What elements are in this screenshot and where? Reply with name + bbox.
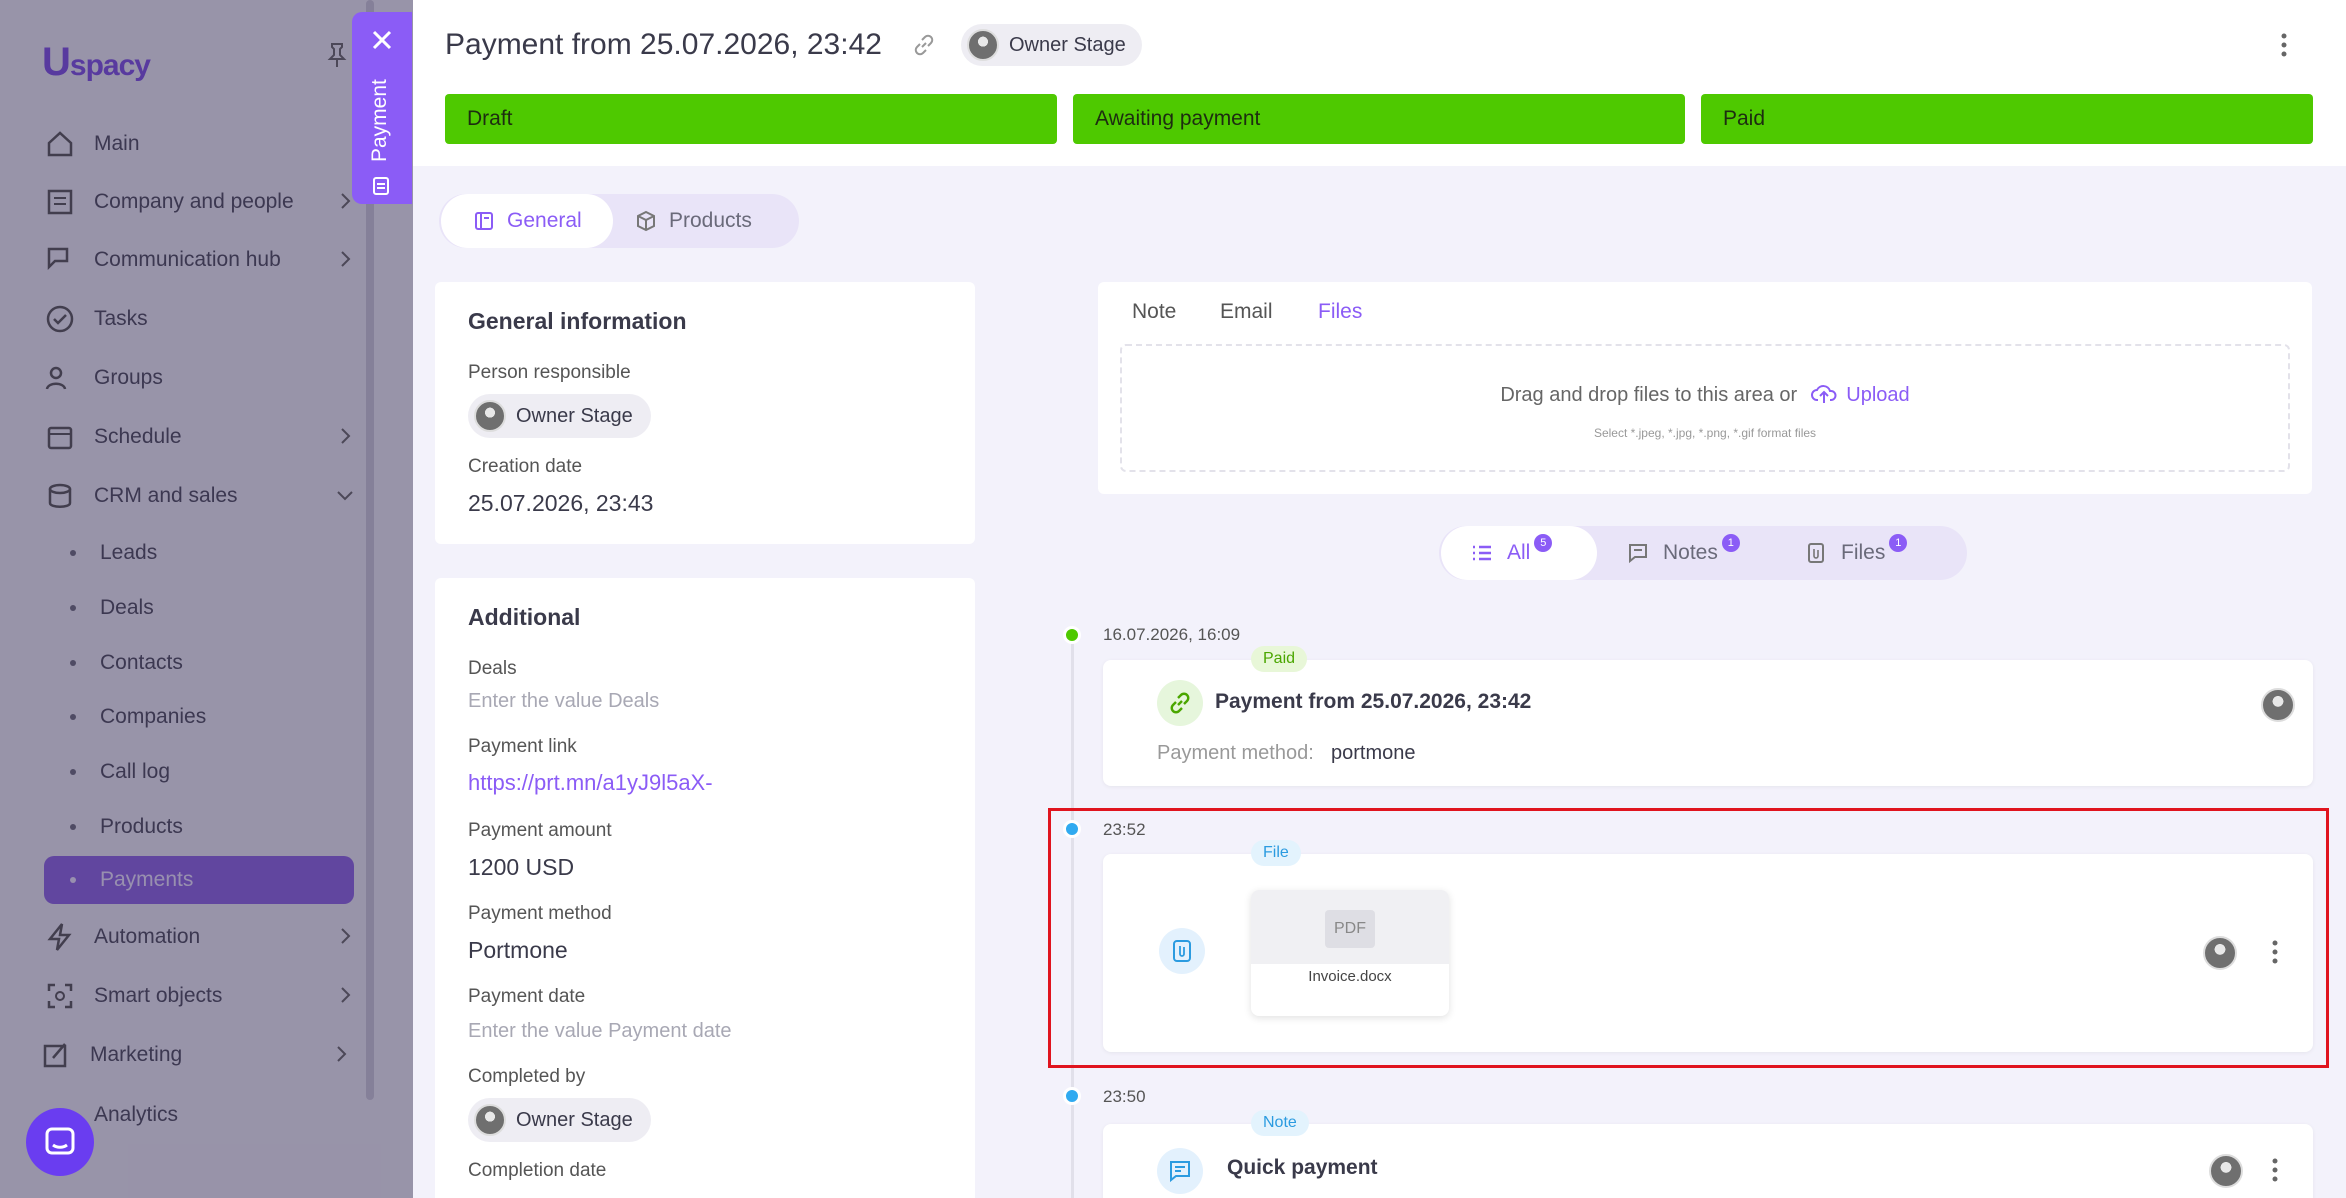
filter-label: All [1507, 541, 1531, 564]
payment-method-value: portmone [1331, 742, 1416, 764]
additional-card: Additional Deals Enter the value Deals P… [435, 578, 975, 1198]
panel-tab-label: Payment [368, 79, 391, 162]
author-avatar[interactable] [2261, 688, 2295, 722]
filter-label: Notes [1663, 541, 1718, 564]
timeline-dot [1063, 1087, 1081, 1105]
chat-icon [45, 1127, 75, 1155]
card-heading: Additional [468, 604, 581, 630]
stage-draft[interactable]: Draft [445, 94, 1057, 144]
link-icon[interactable] [911, 32, 937, 58]
count-badge: 1 [1889, 534, 1908, 552]
timeline-item-payment[interactable]: Paid Payment from 25.07.2026, 23:42 Paym… [1103, 646, 2313, 786]
owner-chip[interactable]: Owner Stage [961, 24, 1142, 66]
field-label: Completion date [468, 1160, 607, 1181]
avatar [474, 400, 506, 432]
timeline-dot [1063, 626, 1081, 644]
field-label: Payment method: [1157, 742, 1314, 764]
person-name: Owner Stage [516, 404, 633, 427]
count-badge: 5 [1534, 534, 1553, 552]
owner-name: Owner Stage [1009, 33, 1126, 56]
page-title: Payment from 25.07.2026, 23:42 [445, 28, 882, 61]
note-icon [1629, 544, 1647, 564]
timeline-time: 16.07.2026, 16:09 [1103, 625, 1241, 644]
timeline-time: 23:50 [1103, 1087, 1146, 1106]
status-badge: Paid [1251, 646, 1308, 672]
filter-notes[interactable]: Notes 1 [1627, 526, 1740, 580]
stage-label: Paid [1723, 107, 1766, 130]
filter-label: Files [1841, 541, 1886, 564]
document-icon [373, 177, 389, 195]
composer-tab-note[interactable]: Note [1132, 300, 1176, 324]
timeline-item-note[interactable]: Note Quick payment [1103, 1110, 2313, 1198]
payment-amount-value[interactable]: 1200 USD [468, 854, 574, 881]
filter-files[interactable]: Files 1 [1805, 526, 1908, 580]
form-icon [475, 212, 493, 230]
person-responsible-chip[interactable]: Owner Stage [468, 394, 651, 438]
stage-awaiting-payment[interactable]: Awaiting payment [1073, 94, 1685, 144]
upload-link[interactable]: Upload [1846, 384, 1909, 406]
completed-by-chip[interactable]: Owner Stage [468, 1098, 651, 1142]
chat-support-button[interactable] [26, 1108, 94, 1176]
stage-paid[interactable]: Paid [1701, 94, 2313, 144]
field-label: Payment method [468, 903, 612, 924]
tab-products[interactable]: Products [635, 194, 752, 248]
payment-link[interactable]: https://prt.mn/a1yJ9l5aX- [468, 770, 713, 796]
card-heading: General information [468, 308, 687, 334]
cloud-upload-icon [1810, 385, 1837, 403]
list-icon [1473, 545, 1491, 561]
dropzone-text: Drag and drop files to this area or [1500, 384, 1798, 406]
file-icon [1808, 543, 1824, 563]
payment-link-icon [1157, 680, 1203, 726]
field-label: Creation date [468, 456, 583, 477]
general-information-card: General information Person responsible O… [435, 282, 975, 544]
payment-date-field[interactable]: Enter the value Payment date [468, 1020, 732, 1043]
close-icon[interactable] [370, 28, 394, 52]
field-label: Payment amount [468, 820, 612, 841]
composer-tab-files[interactable]: Files [1318, 300, 1362, 324]
payment-method-value[interactable]: Portmone [468, 937, 568, 964]
field-label: Completed by [468, 1066, 586, 1087]
timeline-filter: All 5 Notes 1 Files 1 [1439, 526, 1967, 580]
field-label: Person responsible [468, 362, 631, 383]
payment-panel: Payment from 25.07.2026, 23:42 Owner Sta… [413, 0, 2346, 1198]
section-tabs: General Products [439, 194, 799, 248]
count-badge: 1 [1721, 534, 1740, 552]
person-name: Owner Stage [516, 1108, 633, 1131]
header: Payment from 25.07.2026, 23:42 Owner Sta… [413, 0, 2346, 166]
dropzone-hint: Select *.jpeg, *.jpg, *.png, *.gif forma… [1593, 426, 1817, 440]
avatar [967, 29, 999, 61]
tab-label: General [507, 209, 582, 232]
field-label: Payment link [468, 736, 577, 757]
creation-date-value: 25.07.2026, 23:43 [468, 490, 654, 516]
timeline-item-title[interactable]: Payment from 25.07.2026, 23:42 [1215, 690, 1531, 714]
more-vertical-icon[interactable] [2279, 32, 2289, 58]
filter-all[interactable]: All 5 [1441, 526, 1597, 580]
note-icon [1157, 1148, 1203, 1194]
stage-label: Draft [467, 107, 513, 130]
deals-field[interactable]: Enter the value Deals [468, 690, 659, 713]
status-badge: Note [1251, 1110, 1309, 1136]
activity-composer: Note Email Files Drag and drop files to … [1098, 282, 2312, 494]
avatar [474, 1104, 506, 1136]
payment-panel-tab[interactable]: Payment [352, 12, 412, 204]
tab-general[interactable]: General [441, 194, 613, 248]
timeline-item-title[interactable]: Quick payment [1227, 1156, 1378, 1180]
stage-label: Awaiting payment [1095, 107, 1261, 130]
box-icon [637, 210, 655, 232]
field-label: Deals [468, 658, 517, 679]
field-label: Payment date [468, 986, 586, 1007]
highlight-box [1048, 808, 2329, 1068]
more-vertical-icon[interactable] [2271, 1158, 2279, 1182]
file-dropzone[interactable]: Drag and drop files to this area or Uplo… [1120, 344, 2290, 472]
composer-tab-email[interactable]: Email [1220, 300, 1273, 324]
author-avatar[interactable] [2209, 1154, 2243, 1188]
tab-label: Products [669, 209, 752, 232]
